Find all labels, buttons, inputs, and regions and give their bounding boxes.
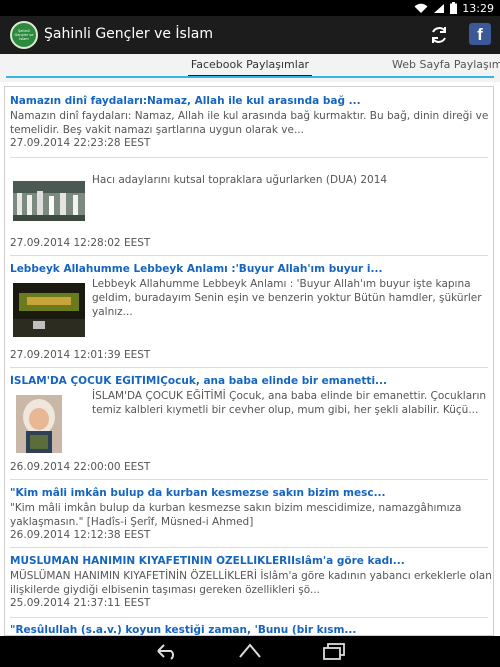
post-date: 27.09.2014 12:28:02 EEST [10, 237, 151, 249]
list-item[interactable]: Lebbeyk Allahumme Lebbeyk Anlamı :'Buyur… [10, 263, 492, 363]
post-title[interactable]: Lebbeyk Allahumme Lebbeyk Anlamı :'Buyur… [10, 263, 492, 275]
divider [10, 255, 488, 256]
list-item[interactable]: Hacı adaylarını kutsal topraklara uğurla… [10, 165, 492, 255]
post-list: Namazın dinî faydaları:Namaz, Allah ile … [4, 86, 494, 636]
post-body: İSLAM'DA ÇOCUK EĞİTİMİ Çocuk, ana baba e… [92, 390, 487, 416]
post-date: 27.09.2014 22:23:28 EEST [10, 137, 151, 149]
action-bar: Şahinli Gençler ve İslam Şahinli Gençler… [0, 16, 500, 54]
app-logo-text: Şahinli Gençler ve İslam [14, 29, 34, 41]
tab-facebook-paylasimlar[interactable]: Facebook Paylaşımlar [188, 58, 312, 77]
post-body: Lebbeyk Allahumme Lebbeyk Anlamı : 'Buyu… [92, 278, 482, 318]
post-body: MÜSLÜMAN HANIMIN KIYAFETİNİN ÖZELLİKLERİ… [10, 570, 492, 596]
post-title[interactable]: "Kim mâli imkân bulup da kurban kesmezse… [10, 487, 492, 499]
app-logo: Şahinli Gençler ve İslam [10, 21, 38, 49]
post-thumbnail [13, 283, 85, 337]
signal-icon [434, 3, 445, 13]
list-item[interactable]: Namazın dinî faydaları:Namaz, Allah ile … [10, 95, 492, 149]
post-body: Hacı adaylarını kutsal topraklara uğurla… [92, 174, 388, 186]
recent-apps-icon[interactable] [322, 642, 346, 660]
divider [10, 367, 488, 368]
home-icon[interactable] [238, 642, 262, 660]
status-bar: 13:29 [0, 0, 500, 16]
tab-web-sayfa-paylasimlar[interactable]: Web Sayfa Paylaşımlar [392, 58, 500, 71]
clock: 13:29 [462, 1, 494, 15]
divider [10, 617, 488, 618]
list-item[interactable]: "Resûlullah (s.a.v.) koyun kestiği zaman… [10, 624, 492, 635]
back-icon[interactable] [155, 642, 179, 660]
post-date: 26.09.2014 12:12:38 EEST [10, 529, 151, 541]
list-item[interactable]: MÜSLÜMAN HANIMIN KIYAFETİNİN ÖZELLİKLERİ… [10, 555, 492, 609]
post-title[interactable]: "Resûlullah (s.a.v.) koyun kestiği zaman… [10, 624, 492, 635]
list-item[interactable]: "Kim mâli imkân bulup da kurban kesmezse… [10, 487, 492, 541]
post-thumbnail [13, 181, 85, 221]
post-thumbnail [16, 395, 62, 453]
refresh-icon[interactable] [428, 24, 450, 46]
post-date: 27.09.2014 12:01:39 EEST [10, 349, 151, 361]
divider [10, 157, 488, 158]
post-title[interactable]: Namazın dinî faydaları:Namaz, Allah ile … [10, 95, 492, 107]
post-body: Namazın dinî faydaları: Namaz, Allah ile… [10, 110, 489, 136]
post-date: 25.09.2014 21:37:11 EEST [10, 597, 151, 609]
post-body: "Kim mâli imkân bulup da kurban kesmezse… [10, 502, 462, 528]
post-title[interactable]: MÜSLÜMAN HANIMIN KIYAFETİNİN ÖZELLİKLERİ… [10, 555, 492, 567]
wifi-icon [414, 3, 428, 13]
divider [10, 479, 488, 480]
post-date: 26.09.2014 22:00:00 EEST [10, 461, 151, 473]
app-title: Şahinli Gençler ve İslam [44, 26, 213, 42]
list-item[interactable]: İSLAM'DA ÇOCUK EĞİTİMİÇocuk, ana baba el… [10, 375, 492, 475]
facebook-icon[interactable]: f [469, 23, 491, 45]
post-title[interactable]: İSLAM'DA ÇOCUK EĞİTİMİÇocuk, ana baba el… [10, 375, 492, 387]
battery-icon [450, 2, 458, 14]
divider [10, 547, 488, 548]
tab-divider [6, 76, 494, 78]
navigation-bar [0, 636, 500, 667]
